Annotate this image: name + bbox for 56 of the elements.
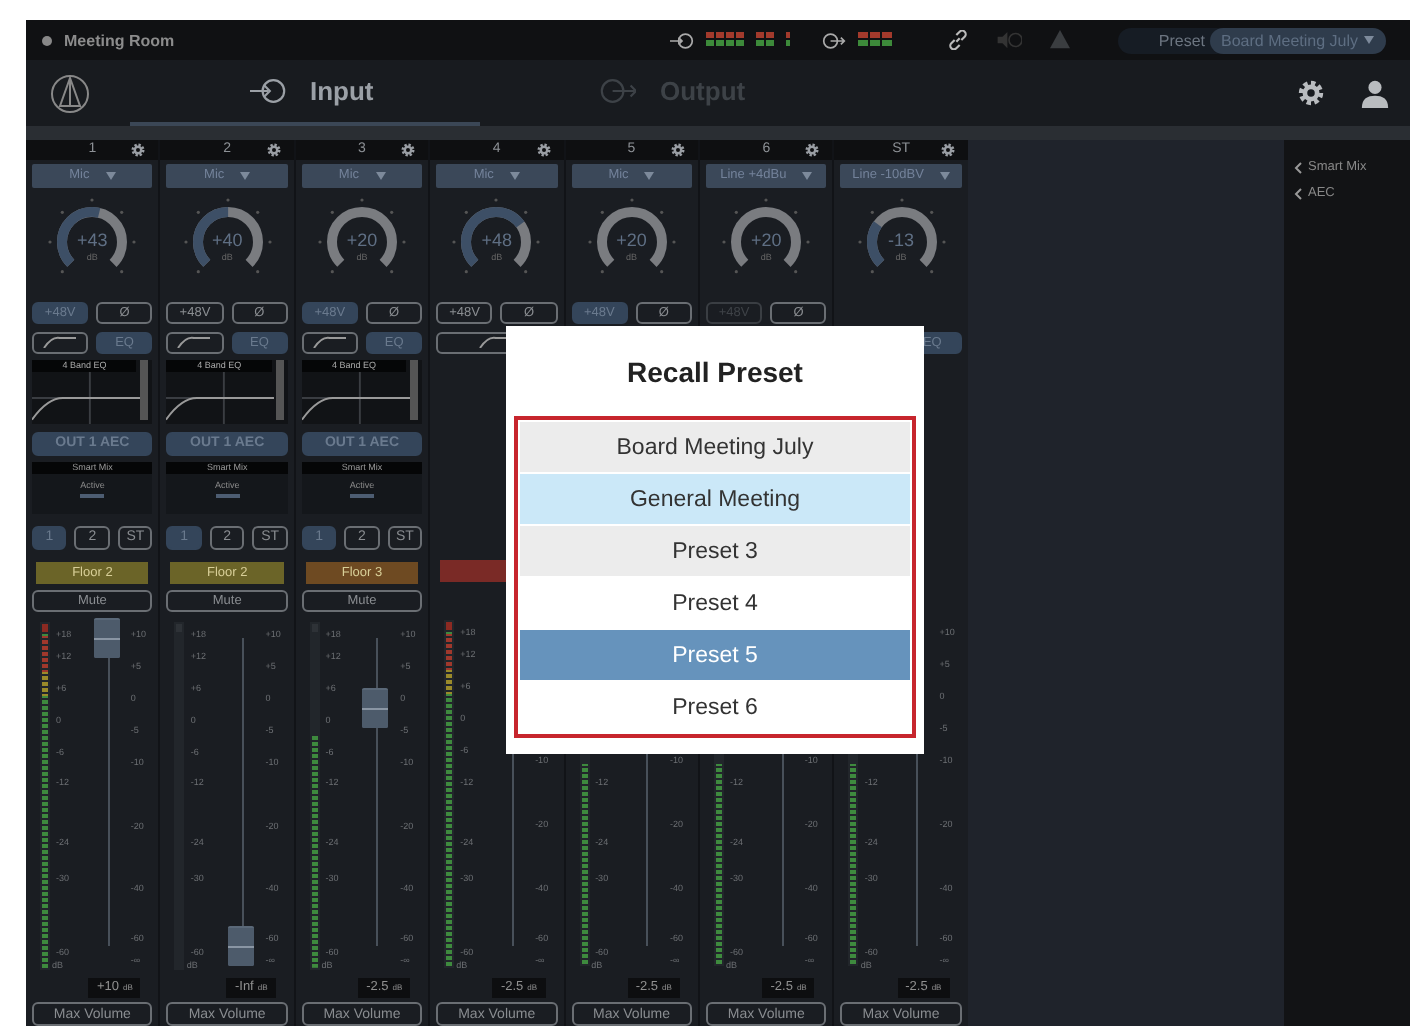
high-pass-filter-button[interactable] xyxy=(301,331,358,353)
settings-icon[interactable] xyxy=(939,142,956,158)
gain-value: +43 xyxy=(75,230,110,251)
gain-value: +40 xyxy=(209,230,245,251)
caret-icon xyxy=(939,171,950,180)
gain-value: +20 xyxy=(614,230,649,251)
active-indicator xyxy=(215,493,240,497)
speaker-icon xyxy=(996,30,1023,50)
active-indicator xyxy=(349,493,374,497)
gain-value: +48 xyxy=(479,230,514,251)
caret-icon xyxy=(240,171,251,180)
output-level-meter-icon xyxy=(858,32,893,48)
status-dot-icon xyxy=(42,35,52,45)
settings-icon[interactable] xyxy=(265,142,282,158)
input-icon xyxy=(250,78,286,104)
input-icon xyxy=(670,31,695,49)
gain-value: +20 xyxy=(344,230,380,251)
settings-icon[interactable] xyxy=(130,142,147,158)
caret-icon xyxy=(509,171,520,180)
high-pass-curve-icon xyxy=(176,336,213,348)
link-icon[interactable] xyxy=(948,30,969,50)
logo-icon xyxy=(50,73,90,113)
caret-icon xyxy=(1364,36,1374,44)
gain-value: +20 xyxy=(749,230,784,251)
caret-icon xyxy=(105,171,116,180)
high-pass-curve-icon xyxy=(42,336,79,348)
gain-value: -13 xyxy=(886,230,917,251)
settings-icon[interactable] xyxy=(804,142,821,158)
high-pass-filter-button[interactable] xyxy=(166,331,224,353)
settings-icon[interactable] xyxy=(400,142,417,158)
preset-item[interactable]: Preset 3 xyxy=(520,526,910,576)
warning-icon xyxy=(1050,30,1071,50)
room-name: Meeting Room xyxy=(64,31,175,49)
high-pass-curve-icon xyxy=(311,336,348,348)
caret-icon xyxy=(644,171,655,180)
fader-handle[interactable] xyxy=(362,688,389,729)
settings-icon[interactable] xyxy=(669,142,686,158)
user-icon[interactable] xyxy=(1360,78,1390,108)
high-pass-filter-button[interactable] xyxy=(32,331,89,353)
input-level-meter-icon xyxy=(706,32,791,48)
chevron-left-icon xyxy=(1294,187,1302,199)
settings-icon[interactable] xyxy=(1296,78,1326,108)
fader-handle[interactable] xyxy=(228,926,255,967)
output-icon xyxy=(600,78,636,104)
caret-icon xyxy=(802,171,813,180)
eq-curve-drawing xyxy=(166,371,275,423)
dialog-title: Recall Preset xyxy=(625,353,805,391)
settings-icon[interactable] xyxy=(535,142,552,158)
caret-icon xyxy=(375,171,386,180)
preset-item[interactable]: Board Meeting July xyxy=(520,422,910,472)
preset-item[interactable]: General Meeting xyxy=(520,474,910,524)
fader-handle[interactable] xyxy=(93,617,120,657)
chevron-left-icon xyxy=(1294,161,1302,173)
output-icon xyxy=(822,31,847,49)
preset-item[interactable]: Preset 5 xyxy=(520,630,910,680)
active-indicator xyxy=(80,493,105,497)
